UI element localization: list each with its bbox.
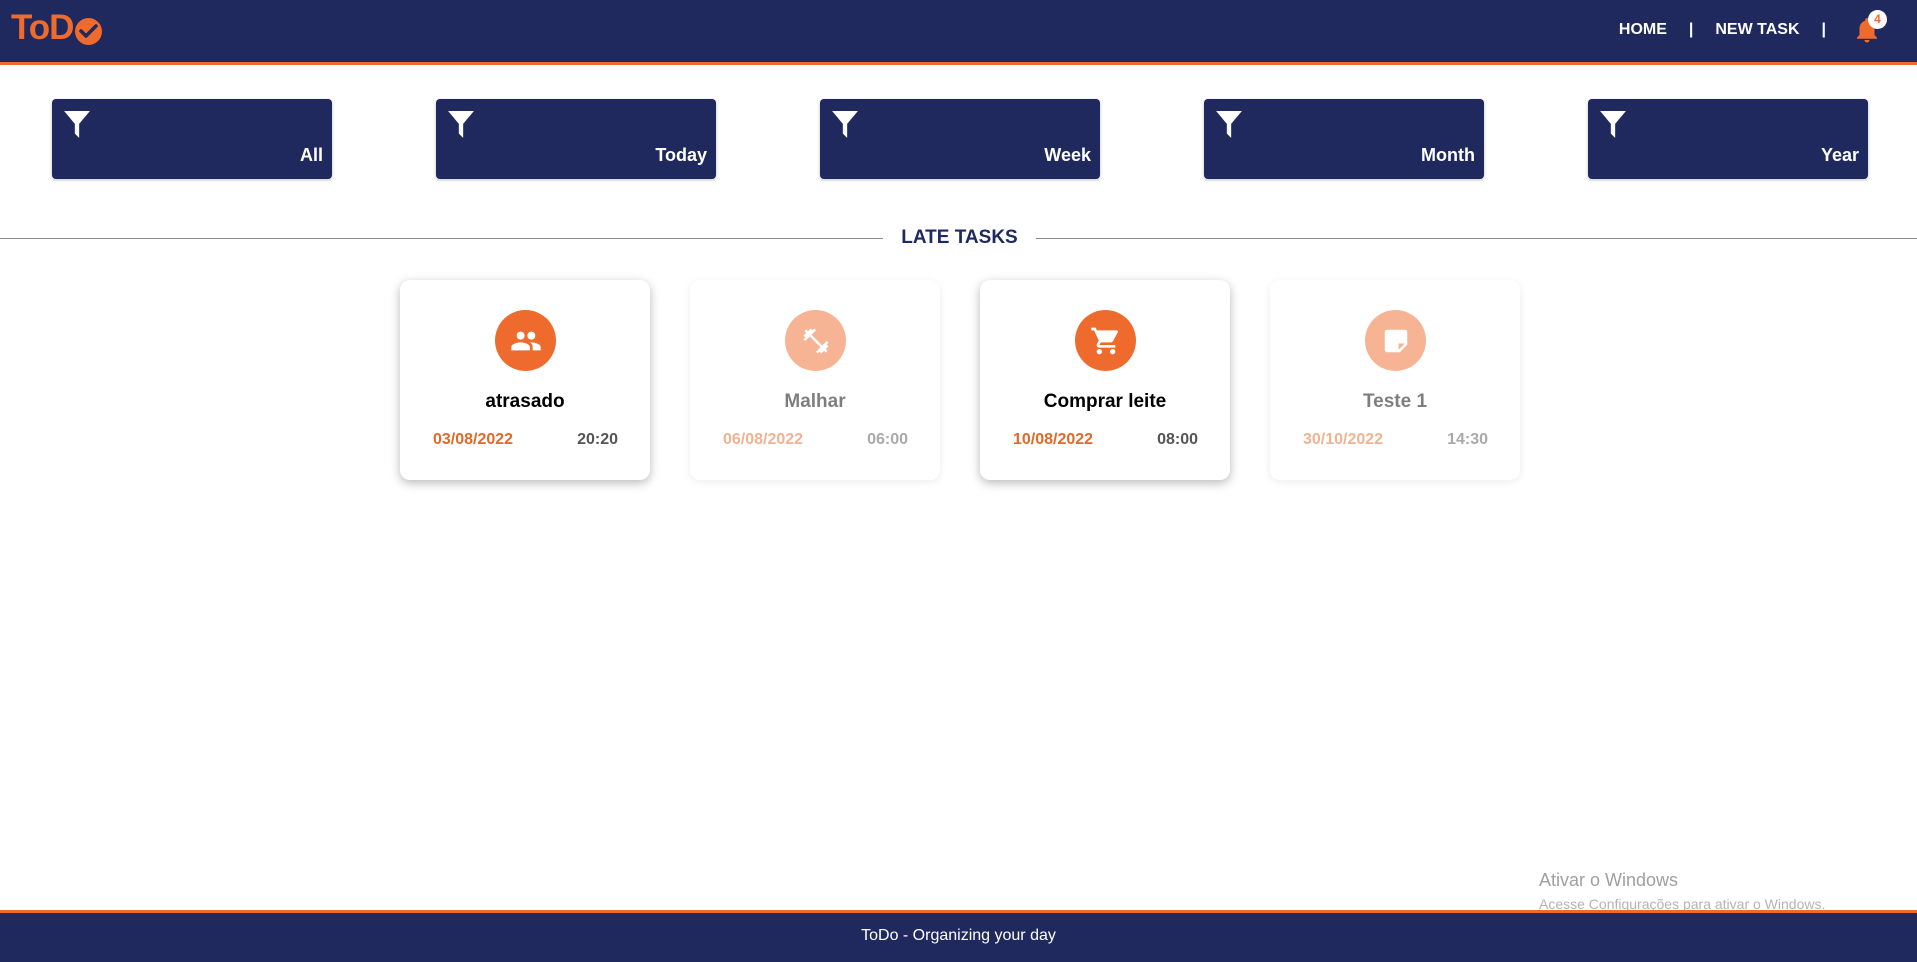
task-title: Teste 1: [1362, 391, 1428, 412]
task-date: 03/08/2022: [433, 431, 514, 448]
filter-label: Today: [655, 145, 707, 165]
task-date: 10/08/2022: [1013, 431, 1094, 448]
filter-icon: [1600, 111, 1626, 138]
filter-month-button[interactable]: Month: [1204, 99, 1484, 179]
task-time: 06:00: [867, 431, 908, 448]
footer: ToDo - Organizing your day: [0, 910, 1917, 962]
footer-text: ToDo - Organizing your day: [861, 927, 1056, 944]
notification-count-badge: 4: [1868, 10, 1887, 29]
filter-icon: [448, 111, 474, 138]
filter-today-button[interactable]: Today: [436, 99, 716, 179]
windows-activation-title: Ativar o Windows: [1539, 870, 1679, 890]
task-date: 30/10/2022: [1303, 431, 1384, 448]
logo[interactable]: ToD: [11, 8, 103, 48]
task-time: 08:00: [1157, 431, 1198, 448]
filter-label: Month: [1421, 145, 1475, 165]
top-nav: HOME | NEW TASK | 4: [1619, 0, 1917, 60]
nav-new-task-link[interactable]: NEW TASK: [1715, 21, 1799, 39]
note-icon: [1365, 310, 1426, 371]
nav-home-link[interactable]: HOME: [1619, 21, 1667, 39]
logo-check-icon: [75, 17, 103, 45]
nav-separator: |: [1821, 21, 1826, 38]
logo-text: ToD: [11, 8, 74, 47]
task-time: 14:30: [1447, 431, 1488, 448]
filter-icon: [64, 111, 90, 138]
cart-icon: [1075, 310, 1136, 371]
dumbbell-icon: [785, 310, 846, 371]
task-card[interactable]: Teste 1 30/10/2022 14:30: [1270, 280, 1520, 480]
header: ToD HOME | NEW TASK | 4: [0, 0, 1917, 65]
filter-icon: [1216, 111, 1242, 138]
filter-label: Year: [1820, 145, 1859, 165]
task-title: atrasado: [485, 391, 565, 412]
task-card-list: atrasado 03/08/2022 20:20 Malhar 06/08/2…: [400, 280, 1560, 480]
filter-year-button[interactable]: Year: [1588, 99, 1868, 179]
task-card[interactable]: Comprar leite 10/08/2022 08:00: [980, 280, 1230, 480]
filter-label: All: [299, 145, 323, 165]
task-card[interactable]: atrasado 03/08/2022 20:20: [400, 280, 650, 480]
task-time: 20:20: [577, 431, 618, 448]
task-card[interactable]: Malhar 06/08/2022 06:00: [690, 280, 940, 480]
nav-separator: |: [1688, 21, 1694, 38]
filter-icon: [832, 111, 858, 138]
task-date: 06/08/2022: [723, 431, 804, 448]
task-title: Malhar: [784, 391, 846, 412]
task-title: Comprar leite: [1043, 391, 1167, 412]
filter-all-button[interactable]: All: [52, 99, 332, 179]
filter-bar: All Today Week Month Year: [52, 99, 1868, 179]
people-icon: [495, 310, 556, 371]
section-title: LATE TASKS: [883, 227, 1036, 249]
notifications-button[interactable]: 4: [1852, 10, 1887, 46]
filter-label: Week: [1044, 145, 1091, 165]
filter-week-button[interactable]: Week: [820, 99, 1100, 179]
